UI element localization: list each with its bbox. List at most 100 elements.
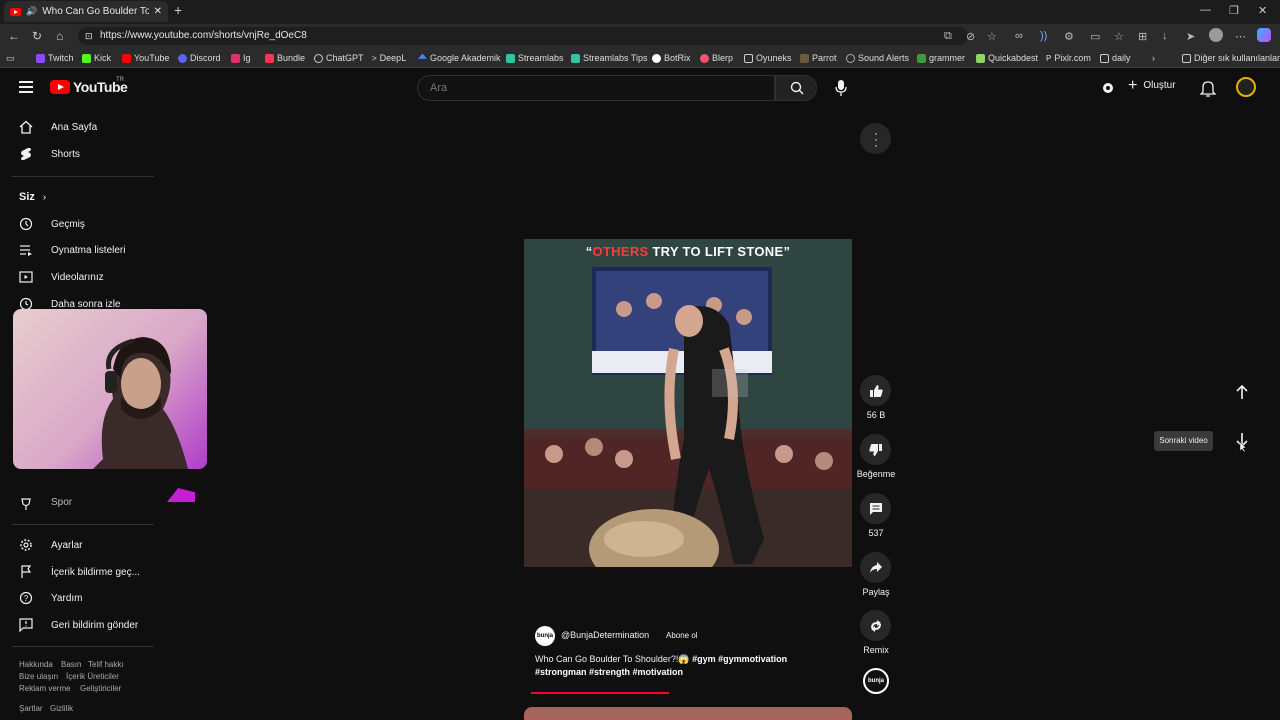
minimize-icon[interactable]: — bbox=[1200, 4, 1211, 16]
menu-icon[interactable] bbox=[19, 81, 33, 93]
collections-icon[interactable]: ⊞ bbox=[1138, 30, 1147, 43]
dislike-button[interactable] bbox=[860, 434, 891, 465]
footer-link-privacy[interactable]: Gizlilik bbox=[50, 704, 73, 713]
bookmark-streamlabs[interactable]: Streamlabs bbox=[506, 53, 564, 63]
bookmark-parrot[interactable]: Parrot bbox=[800, 53, 837, 63]
footer-link-contact[interactable]: Bize ulaşın bbox=[19, 672, 58, 681]
sidebar-item-label: Ayarlar bbox=[51, 539, 83, 551]
search-button[interactable] bbox=[775, 75, 817, 101]
footer-link-terms[interactable]: Şartlar bbox=[19, 704, 43, 713]
reload-icon[interactable]: ↻ bbox=[32, 29, 42, 43]
url-text: https://www.youtube.com/shorts/vnjRe_dOe… bbox=[100, 30, 307, 41]
upload-settings-icon[interactable] bbox=[1100, 80, 1116, 96]
bookmark-google-akademik[interactable]: Google Akademik bbox=[418, 53, 501, 63]
like-button[interactable] bbox=[860, 375, 891, 406]
bookmark-oyuneks[interactable]: Oyuneks bbox=[744, 53, 792, 63]
share-button[interactable] bbox=[860, 552, 891, 583]
sidebar-you-heading[interactable]: Siz › bbox=[19, 191, 46, 203]
url-input[interactable]: ⊡ https://www.youtube.com/shorts/vnjRe_d… bbox=[78, 27, 968, 45]
window-close-icon[interactable]: ✕ bbox=[1258, 4, 1267, 17]
bookmark-bundle[interactable]: Bundle bbox=[265, 53, 305, 63]
footer-link-copyright[interactable]: Telif hakkı bbox=[88, 660, 124, 669]
sidebar-item-shorts[interactable]: Shorts bbox=[0, 143, 155, 165]
bookmarks-overflow-icon[interactable]: › bbox=[1152, 53, 1155, 63]
footer-link-press[interactable]: Basın bbox=[61, 660, 81, 669]
bookmark-ig[interactable]: Ig bbox=[231, 53, 251, 63]
home-browser-icon[interactable]: ⌂ bbox=[56, 29, 63, 43]
bookmark-chatgpt[interactable]: ChatGPT bbox=[314, 53, 364, 63]
favorite-star-icon[interactable]: ☆ bbox=[987, 30, 997, 43]
sidebar-item-playlists[interactable]: Oynatma listeleri bbox=[0, 239, 155, 261]
split-screen-icon[interactable]: ▭ bbox=[1090, 30, 1100, 43]
app-install-icon[interactable]: ⧉ bbox=[944, 30, 952, 43]
chatgpt-icon bbox=[314, 53, 323, 63]
bookmark-streamlabs-tips[interactable]: Streamlabs Tips bbox=[571, 53, 648, 63]
footer-link-creators[interactable]: İçerik Üreticiler bbox=[66, 672, 119, 681]
sidebar-item-feedback[interactable]: Geri bildirim gönder bbox=[0, 614, 155, 636]
puzzle-icon[interactable]: ⚙ bbox=[1064, 30, 1074, 43]
short-video-player[interactable]: “OTHERS TRY TO LIFT STONE” bbox=[524, 239, 852, 567]
remix-button[interactable] bbox=[860, 610, 891, 641]
account-avatar[interactable] bbox=[1236, 77, 1256, 97]
new-tab-icon[interactable]: + bbox=[174, 2, 182, 18]
more-options-button[interactable]: · · · bbox=[860, 123, 891, 154]
back-icon[interactable]: ← bbox=[8, 29, 20, 43]
microphone-icon[interactable] bbox=[833, 79, 849, 97]
bookmark-other-folder[interactable]: Diğer sık kullanılanlar bbox=[1182, 53, 1280, 63]
sidebar-item-history[interactable]: Geçmiş bbox=[0, 213, 155, 235]
footer-link-about[interactable]: Hakkında bbox=[19, 660, 53, 669]
flag-icon bbox=[21, 565, 32, 578]
sidebar-item-your-videos[interactable]: Videolarınız bbox=[0, 266, 155, 288]
bookmark-youtube[interactable]: YouTube bbox=[122, 53, 169, 63]
sidebar-item-help[interactable]: ? Yardım bbox=[0, 587, 155, 609]
footer-link-advertise[interactable]: Reklam verme bbox=[19, 684, 71, 693]
profile-icon[interactable] bbox=[1209, 28, 1223, 42]
bookmark-pixlr[interactable]: P Pixlr.com bbox=[1046, 53, 1091, 63]
copilot-icon[interactable] bbox=[1257, 28, 1271, 42]
notifications-bell-icon[interactable] bbox=[1200, 79, 1216, 97]
speaker-icon[interactable]: 🔊 bbox=[26, 6, 37, 17]
bookmark-grammer[interactable]: grammer bbox=[917, 53, 965, 63]
sidebar-item-sports[interactable]: Spor bbox=[0, 491, 155, 513]
bookmark-kick[interactable]: Kick bbox=[82, 53, 111, 63]
send-icon[interactable]: ➤ bbox=[1186, 30, 1195, 43]
channel-avatar[interactable]: bunja bbox=[535, 626, 555, 646]
create-button[interactable]: + Oluştur bbox=[1128, 77, 1176, 93]
your-videos-icon bbox=[19, 271, 33, 283]
bookmark-discord[interactable]: Discord bbox=[178, 53, 221, 63]
bookmark-twitch[interactable]: Twitch bbox=[36, 53, 74, 63]
read-aloud-icon[interactable]: )) bbox=[1040, 30, 1047, 42]
reading-list-icon[interactable]: ▭ bbox=[6, 53, 15, 64]
bookmark-sound-alerts[interactable]: Sound Alerts bbox=[846, 53, 909, 63]
subscribe-button[interactable]: Abone ol bbox=[666, 631, 698, 640]
hashtags-line1[interactable]: #gym #gymmotivation bbox=[692, 654, 787, 664]
channel-name[interactable]: @BunjaDetermination bbox=[561, 630, 649, 640]
footer-link-developers[interactable]: Geliştiriciler bbox=[80, 684, 121, 693]
video-progress-bar[interactable] bbox=[531, 692, 669, 694]
menu-dots-icon[interactable]: ⋯ bbox=[1235, 30, 1246, 43]
sidebar-item-report-history[interactable]: İçerik bildirme geç... bbox=[0, 561, 155, 583]
bookmark-deepl[interactable]: > DeepL bbox=[372, 53, 406, 63]
browser-tab[interactable]: 🔊 Who Can Go Boulder To Sho ✕ bbox=[4, 1, 168, 22]
channel-avatar-small[interactable]: bunja bbox=[863, 668, 889, 694]
bookmark-botrix[interactable]: BotRix bbox=[652, 53, 691, 63]
bookmark-blerp[interactable]: Blerp bbox=[700, 53, 733, 63]
site-info-icon[interactable]: ⊡ bbox=[85, 27, 93, 45]
sidebar-item-home[interactable]: Ana Sayfa bbox=[0, 116, 155, 138]
extension-icon[interactable]: ∞ bbox=[1015, 30, 1023, 42]
tracking-icon[interactable]: ⊘ bbox=[966, 30, 975, 43]
next-short-preview[interactable] bbox=[524, 707, 852, 720]
sidebar-item-settings[interactable]: Ayarlar bbox=[0, 534, 155, 556]
maximize-icon[interactable]: ❐ bbox=[1229, 4, 1239, 17]
comments-button[interactable] bbox=[860, 493, 891, 524]
search-placeholder: Ara bbox=[430, 82, 448, 94]
previous-video-arrow-icon[interactable] bbox=[1234, 384, 1250, 400]
search-input[interactable]: Ara bbox=[417, 75, 775, 101]
favorites-icon[interactable]: ☆ bbox=[1114, 30, 1124, 43]
bookmark-daily[interactable]: daily bbox=[1100, 53, 1131, 63]
bookmark-quickabdest[interactable]: Quickabdest bbox=[976, 53, 1038, 63]
next-video-arrow-icon[interactable] bbox=[1234, 432, 1250, 452]
tab-close-icon[interactable]: ✕ bbox=[154, 6, 162, 17]
hashtags-line2[interactable]: #strongman #strength #motivation bbox=[535, 667, 683, 677]
download-icon[interactable]: ↓ bbox=[1162, 30, 1168, 42]
